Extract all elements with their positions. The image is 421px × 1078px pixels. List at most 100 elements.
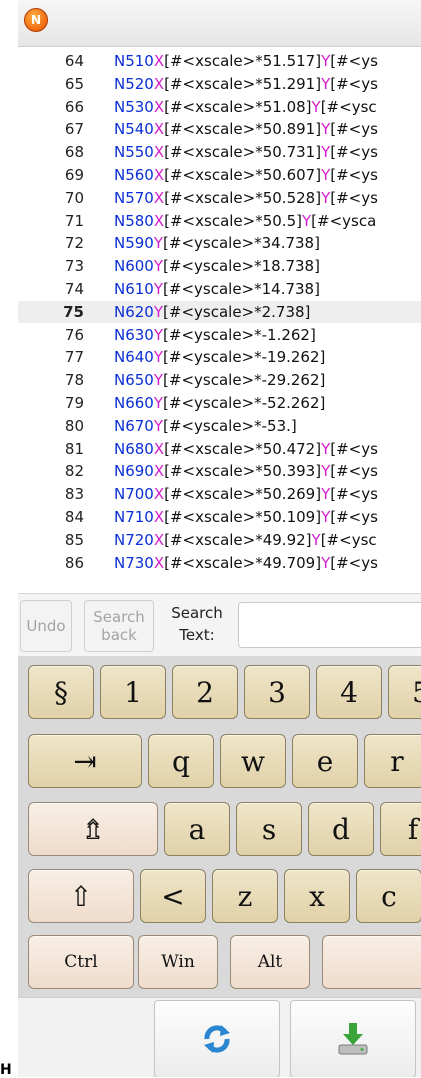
code-line[interactable]: 84 N710X[#<xscale>*50.109]Y[#<ys bbox=[18, 506, 421, 528]
y-expression: [#<yscale>*-52.262] bbox=[163, 394, 326, 412]
e-key[interactable]: e bbox=[292, 734, 358, 788]
code-line[interactable]: 85 N720X[#<xscale>*49.92]Y[#<ysc bbox=[18, 529, 421, 551]
line-code: N520X[#<xscale>*51.291]Y[#<ys bbox=[114, 75, 378, 93]
x-expression: [#<xscale>*50.109] bbox=[164, 508, 322, 526]
code-line[interactable]: 66 N530X[#<xscale>*51.08]Y[#<ysc bbox=[18, 96, 421, 118]
y-word: Y bbox=[153, 302, 164, 321]
x-word: X bbox=[153, 74, 165, 93]
space-key[interactable] bbox=[322, 935, 421, 989]
code-line[interactable]: 73 N600Y[#<yscale>*18.738] bbox=[18, 255, 421, 277]
y-expression: [#<ysc bbox=[320, 530, 377, 549]
block-number: N510 bbox=[114, 52, 154, 70]
save-to-drive-button[interactable] bbox=[290, 1000, 416, 1077]
search-back-button[interactable]: Search back bbox=[84, 600, 154, 652]
y-expression: [#<yscale>*-53.] bbox=[163, 416, 297, 435]
x-expression: [#<xscale>*50.5] bbox=[164, 211, 302, 230]
digit-3-key[interactable]: 3 bbox=[244, 665, 310, 719]
line-code: N660Y[#<yscale>*-52.262] bbox=[114, 394, 325, 412]
stray-glyph: H bbox=[0, 1062, 12, 1078]
code-line[interactable]: 77 N640Y[#<yscale>*-19.262] bbox=[18, 346, 421, 368]
line-code: N510X[#<xscale>*51.517]Y[#<ys bbox=[114, 52, 378, 70]
block-number: N670 bbox=[114, 416, 154, 435]
code-line[interactable]: 80 N670Y[#<yscale>*-53.] bbox=[18, 415, 421, 437]
alt-key[interactable]: Alt bbox=[230, 935, 310, 989]
r-key[interactable]: r bbox=[364, 734, 421, 788]
digit-4-key[interactable]: 4 bbox=[316, 665, 382, 719]
tab-key[interactable]: ⇥ bbox=[28, 734, 142, 788]
line-number: 86 bbox=[64, 553, 84, 572]
line-number: 80 bbox=[64, 416, 84, 435]
shift-key[interactable]: ⇧ bbox=[28, 869, 134, 923]
code-line[interactable]: 83 N700X[#<xscale>*50.269]Y[#<ys bbox=[18, 483, 421, 505]
x-word: X bbox=[153, 97, 165, 116]
code-line[interactable]: 78 N650Y[#<yscale>*-29.262] bbox=[18, 369, 421, 391]
refresh-button[interactable] bbox=[154, 1000, 280, 1077]
code-line[interactable]: 68 N550X[#<xscale>*50.731]Y[#<ys bbox=[18, 141, 421, 163]
y-word: Y bbox=[321, 74, 331, 93]
a-key[interactable]: a bbox=[164, 802, 230, 856]
code-line[interactable]: 71 N580X[#<xscale>*50.5]Y[#<ysca bbox=[18, 210, 421, 232]
line-code: N730X[#<xscale>*49.709]Y[#<ys bbox=[114, 554, 378, 572]
gcode-editor[interactable]: 64 N510X[#<xscale>*51.517]Y[#<ys 65 N520X[#… bbox=[18, 47, 421, 592]
code-line[interactable]: 75 N620Y[#<yscale>*2.738] bbox=[18, 300, 421, 323]
x-word: X bbox=[153, 485, 165, 504]
y-word: Y bbox=[321, 462, 331, 481]
line-code: N540X[#<xscale>*50.891]Y[#<ys bbox=[114, 120, 378, 138]
code-line[interactable]: 72 N590Y[#<yscale>*34.738] bbox=[18, 232, 421, 254]
d-key[interactable]: d bbox=[308, 802, 374, 856]
y-word: Y bbox=[311, 530, 321, 549]
code-line[interactable]: 81 N680X[#<xscale>*50.472]Y[#<ys bbox=[18, 438, 421, 460]
x-key[interactable]: x bbox=[284, 869, 350, 923]
y-expression: [#<ys bbox=[330, 166, 378, 184]
search-text-input[interactable] bbox=[238, 602, 421, 648]
y-expression: [#<yscale>*2.738] bbox=[163, 302, 311, 321]
block-number: N590 bbox=[114, 234, 154, 253]
block-number: N730 bbox=[114, 553, 154, 572]
line-number: 64 bbox=[64, 52, 84, 70]
z-key[interactable]: z bbox=[212, 869, 278, 923]
undo-button[interactable]: Undo bbox=[20, 600, 72, 652]
line-number: 76 bbox=[64, 325, 84, 344]
y-expression: [#<yscale>*34.738] bbox=[163, 234, 320, 253]
y-word: Y bbox=[321, 188, 331, 207]
code-line[interactable]: 70 N570X[#<xscale>*50.528]Y[#<ys bbox=[18, 187, 421, 209]
digit-2-key[interactable]: 2 bbox=[172, 665, 238, 719]
code-line[interactable]: 82 N690X[#<xscale>*50.393]Y[#<ys bbox=[18, 460, 421, 482]
code-line[interactable]: 76 N630Y[#<yscale>*-1.262] bbox=[18, 324, 421, 346]
x-expression: [#<xscale>*51.08] bbox=[164, 97, 312, 116]
app-logo-icon[interactable]: N bbox=[24, 8, 48, 32]
f-key[interactable]: f bbox=[380, 802, 421, 856]
block-number: N550 bbox=[114, 143, 154, 162]
w-key[interactable]: w bbox=[220, 734, 286, 788]
x-expression: [#<xscale>*50.269] bbox=[164, 485, 322, 504]
ctrl-key[interactable]: Ctrl bbox=[28, 935, 134, 989]
caps-lock-key[interactable]: ⇯ bbox=[28, 802, 158, 856]
code-line[interactable]: 79 N660Y[#<yscale>*-52.262] bbox=[18, 392, 421, 414]
digit-5-key[interactable]: 5 bbox=[388, 665, 421, 719]
y-expression: [#<ys bbox=[330, 188, 378, 207]
y-word: Y bbox=[321, 553, 331, 572]
line-number: 72 bbox=[64, 234, 84, 253]
less-than-key[interactable]: < bbox=[140, 869, 206, 923]
line-code: N640Y[#<yscale>*-19.262] bbox=[114, 348, 325, 366]
y-expression: [#<ys bbox=[330, 508, 378, 526]
code-line[interactable]: 74 N610Y[#<yscale>*14.738] bbox=[18, 278, 421, 300]
c-key[interactable]: c bbox=[356, 869, 421, 923]
x-word: X bbox=[153, 462, 165, 481]
x-word: X bbox=[153, 166, 165, 184]
line-number: 85 bbox=[64, 530, 84, 549]
code-line[interactable]: 86 N730X[#<xscale>*49.709]Y[#<ys bbox=[18, 552, 421, 574]
y-word: Y bbox=[153, 257, 164, 276]
x-word: X bbox=[153, 439, 165, 458]
win-key[interactable]: Win bbox=[138, 935, 218, 989]
code-line[interactable]: 64 N510X[#<xscale>*51.517]Y[#<ys bbox=[18, 50, 421, 72]
section-key[interactable]: § bbox=[28, 665, 94, 719]
code-line[interactable]: 67 N540X[#<xscale>*50.891]Y[#<ys bbox=[18, 118, 421, 140]
code-line[interactable]: 65 N520X[#<xscale>*51.291]Y[#<ys bbox=[18, 73, 421, 95]
download-drive-icon bbox=[338, 1023, 368, 1055]
y-word: Y bbox=[153, 348, 164, 367]
s-key[interactable]: s bbox=[236, 802, 302, 856]
digit-1-key[interactable]: 1 bbox=[100, 665, 166, 719]
code-line[interactable]: 69 N560X[#<xscale>*50.607]Y[#<ys bbox=[18, 164, 421, 186]
q-key[interactable]: q bbox=[148, 734, 214, 788]
